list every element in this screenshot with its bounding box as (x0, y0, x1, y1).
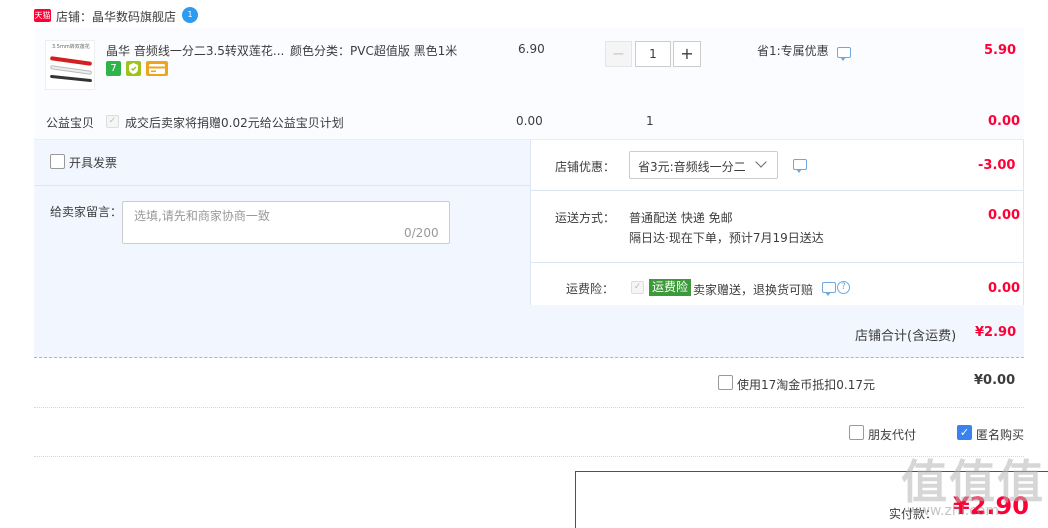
memo-char-count: 0/200 (404, 226, 439, 240)
black-cable-graphic (49, 74, 93, 83)
product-thumbnail[interactable]: 3.5mm转双莲花 (45, 40, 95, 90)
shipping-method: 普通配送 快递 免邮 (629, 211, 733, 225)
product-title-link[interactable]: 晶华 音频线一分二3.5转双莲花... (106, 42, 284, 59)
item-discount-label: 省1:专属优惠 (757, 44, 829, 58)
coupon-chat-icon[interactable] (793, 159, 807, 173)
coupon-amount: -3.00 (978, 158, 1016, 173)
credit-card-icon[interactable] (146, 61, 168, 76)
discount-chat-icon[interactable] (837, 47, 851, 61)
insurance-amount: 0.00 (988, 281, 1021, 296)
wangwang-chat-icon[interactable]: 1 (182, 7, 198, 23)
friend-pay-checkbox[interactable] (849, 425, 864, 440)
anonymous-label[interactable]: 匿名购买 (976, 426, 1024, 443)
panel-border (1023, 140, 1024, 305)
shop-subtotal-value: ¥2.90 (975, 325, 1017, 340)
tao-coin-value: ¥0.00 (974, 373, 1016, 388)
shop-coupon-label: 店铺优惠： (555, 160, 616, 174)
insurance-checkbox: ✓ (631, 281, 644, 294)
insurance-badge: 运费险 (649, 279, 692, 296)
insurance-description: 卖家赠送，退换货可赔 (693, 283, 814, 297)
thumb-caption: 3.5mm转双莲花 (52, 44, 90, 50)
shipping-label: 运送方式： (555, 211, 616, 225)
charity-description: 成交后卖家将捐赠0.02元给公益宝贝计划 (125, 116, 344, 130)
tmall-logo: 天猫 (34, 9, 51, 22)
invoice-checkbox[interactable] (50, 154, 65, 169)
shipping-amount: 0.00 (988, 208, 1021, 223)
charity-total: 0.00 (988, 114, 1021, 129)
friend-pay-label[interactable]: 朋友代付 (868, 426, 916, 443)
white-cable-graphic (49, 65, 93, 75)
shop-coupon-selected: 省3元:音频线一分二 (638, 160, 746, 174)
divider (531, 262, 1024, 263)
red-cable-graphic (49, 56, 93, 66)
quantity-decrease-button[interactable]: − (605, 41, 632, 67)
item-total-price: 5.90 (984, 43, 1017, 58)
divider (531, 190, 1024, 191)
shipping-eta: 隔日达·现在下单，预计7月19日送达 (629, 231, 824, 245)
sku-description: 颜色分类：PVC超值版 黑色1米 (290, 44, 458, 58)
divider (34, 456, 1024, 457)
quantity-increase-button[interactable]: + (673, 41, 701, 67)
insurance-chat-icon[interactable] (822, 282, 836, 296)
memo-placeholder: 选填,请先和商家协商一致 (134, 209, 270, 223)
insurance-label: 运费险： (566, 282, 615, 296)
charity-price: 0.00 (516, 114, 543, 128)
shop-subtotal-label: 店铺合计(含运费) (855, 329, 957, 344)
invoice-label[interactable]: 开具发票 (69, 154, 117, 171)
charity-quantity: 1 (646, 114, 654, 128)
panel-divider (530, 140, 531, 305)
divider (34, 185, 530, 186)
memo-label: 给卖家留言： (50, 205, 123, 219)
unit-price: 6.90 (518, 42, 545, 56)
quantity-input[interactable]: 1 (635, 41, 671, 67)
guarantee-shield-icon[interactable] (126, 61, 141, 76)
charity-label: 公益宝贝 (46, 116, 95, 130)
tao-coin-label[interactable]: 使用17淘金币抵扣0.17元 (737, 376, 875, 393)
tao-coin-checkbox[interactable] (718, 375, 733, 390)
help-icon[interactable]: ? (837, 281, 850, 294)
shop-name-link[interactable]: 店铺：晶华数码旗舰店 (56, 8, 176, 25)
charity-checkbox: ✓ (106, 115, 119, 128)
anonymous-checkbox[interactable]: ✓ (957, 425, 972, 440)
watermark-url: www.zhi.com (907, 503, 999, 519)
seven-day-return-icon[interactable]: 7 (106, 61, 121, 76)
divider (34, 407, 1024, 408)
